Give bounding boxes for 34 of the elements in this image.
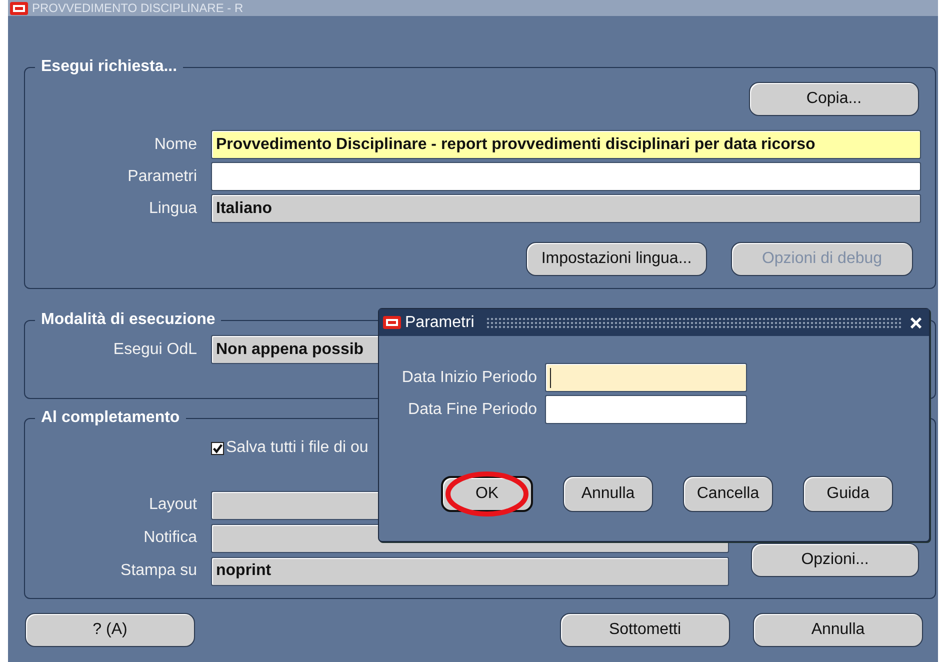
logo-icon: [383, 316, 401, 329]
clear-button[interactable]: Cancella: [683, 476, 773, 512]
close-icon[interactable]: [909, 316, 923, 330]
language-settings-button[interactable]: Impostazioni lingua...: [526, 242, 707, 276]
cancel-button[interactable]: Annulla: [753, 612, 923, 646]
field-label: Layout: [148, 496, 197, 514]
field-label: Data Inizio Periodo: [400, 368, 537, 386]
input-field[interactable]: [211, 162, 921, 191]
checkbox[interactable]: [211, 442, 224, 454]
input-field[interactable]: Provvedimento Disciplinare - report provvedimenti disciplinari per data ricorso: [211, 130, 921, 159]
window-title: PROVVEDIMENTO DISCIPLINARE - R: [32, 1, 244, 15]
help-button[interactable]: ? (A): [25, 612, 195, 646]
input-field[interactable]: [545, 395, 747, 424]
group-title: Esegui richiesta...: [40, 58, 178, 76]
dialog-title: Parametri: [405, 314, 474, 332]
group-title: Modalità di esecuzione: [40, 311, 216, 329]
submit-button[interactable]: Sottometti: [560, 612, 730, 646]
field-label: Notifica: [142, 529, 197, 547]
input-field[interactable]: Italiano: [211, 194, 921, 223]
field-label: Esegui OdL: [112, 340, 197, 358]
cancel-button[interactable]: Annulla: [563, 476, 653, 512]
logo-icon: [10, 2, 28, 14]
input-field[interactable]: noprint: [211, 556, 729, 586]
field-label: Nome: [153, 136, 197, 154]
input-field[interactable]: [545, 363, 747, 392]
field-label: Lingua: [148, 200, 197, 218]
field-label: Data Fine Periodo: [407, 400, 537, 418]
field-label: Parametri: [126, 168, 197, 186]
copy-button[interactable]: Copia...: [749, 82, 919, 116]
group-title: Al completamento: [40, 409, 181, 427]
options-button[interactable]: Opzioni...: [751, 542, 919, 576]
field-label: Stampa su: [120, 562, 197, 580]
help-button[interactable]: Guida: [803, 476, 893, 512]
checkbox-label[interactable]: Salva tutti i file di ou: [226, 439, 368, 457]
